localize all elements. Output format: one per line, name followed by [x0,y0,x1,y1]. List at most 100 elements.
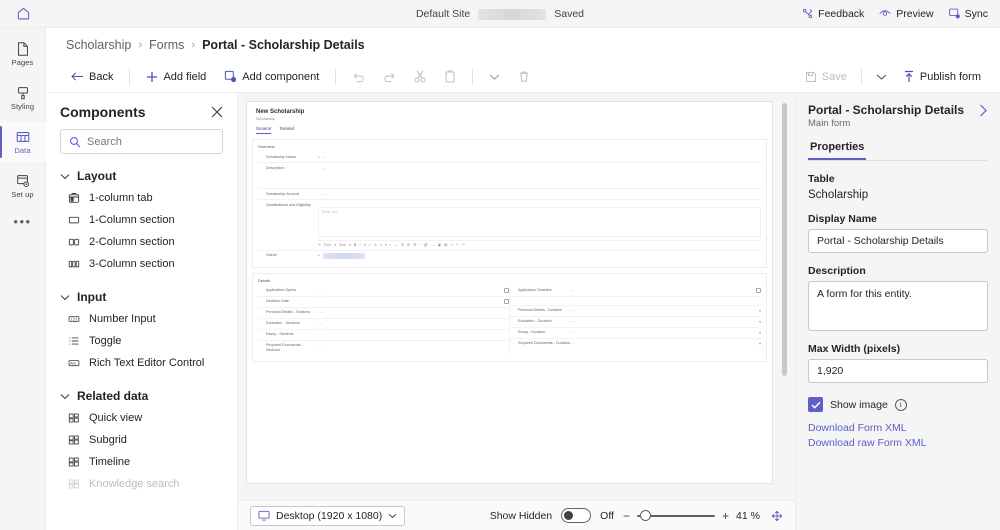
rail-item-styling[interactable]: Styling [0,78,46,118]
save-button[interactable]: Save [798,68,854,86]
form-field-owner[interactable]: Owner * [258,250,761,262]
form-field-required-documents-duration[interactable]: Required Documents - Duration ---- ▾ [510,339,761,349]
form-field-qualifications-and-eligibility[interactable]: Qualifications and Eligibility Enter tex… [258,200,761,237]
device-selector[interactable]: Desktop (1920 x 1080) [250,506,405,526]
form-section-overview[interactable]: Overview Scholarship Name * --- Descript… [252,139,767,268]
rte-undo-icon[interactable]: ↶ [456,243,459,247]
chevron-down-icon[interactable]: ▾ [349,243,351,247]
rte-outdent-icon[interactable]: ≡ [385,243,387,247]
component-timeline[interactable]: Timeline [60,451,223,473]
components-group-layout[interactable]: Layout [60,169,223,183]
form-field-application-opens[interactable]: Application Opens --- [258,286,509,297]
show-image-checkbox[interactable] [808,397,823,412]
rail-item-setup[interactable]: Set up [0,166,46,206]
component-quick-view[interactable]: Quick view [60,407,223,429]
chevron-down-icon[interactable]: ▾ [759,319,761,324]
redo-button[interactable] [376,68,403,86]
feedback-button[interactable]: Feedback [801,7,864,20]
component-1-column-section[interactable]: 1-Column section [60,209,223,231]
rte-align-left-icon[interactable]: ☰ [401,243,404,247]
chevron-down-icon[interactable]: ▾ [759,341,761,346]
rte-redo-icon[interactable]: ↷ [462,243,465,247]
fit-to-screen-icon[interactable] [771,510,783,522]
rte-align-center-icon[interactable]: ☰ [407,243,410,247]
rte-indent-icon[interactable]: ≡ [380,243,382,247]
form-field-education-sections[interactable]: Education - Sections ---- [258,319,509,330]
form-tab-general[interactable]: General [256,126,271,134]
chevron-down-icon[interactable]: ▾ [334,243,336,247]
rich-text-editor-area[interactable]: Enter text... [318,207,761,237]
form-field-personal-details-sections[interactable]: Personal Details - Sections ---- [258,308,509,319]
calendar-icon[interactable] [756,288,761,293]
rte-italic-button[interactable]: I [359,243,360,247]
form-field-required-documents-sections[interactable]: Required Documents - Sections ---- [258,341,509,356]
form-section-details[interactable]: Details Application Opens --- [252,273,767,362]
component-3-column-section[interactable]: 3-Column section [60,253,223,275]
form-preview[interactable]: New Scholarship Scholarship General Rela… [246,101,773,484]
rte-underline-button[interactable]: U [363,243,366,247]
download-form-xml-link[interactable]: Download Form XML [808,422,988,434]
zoom-slider[interactable] [637,510,715,522]
breadcrumb-item-forms[interactable]: Forms [149,38,184,52]
chevron-down-icon[interactable]: ▾ [759,308,761,313]
undo-button[interactable] [345,68,372,86]
form-field-scholarship-name[interactable]: Scholarship Name * --- [258,152,761,163]
breadcrumb-item-scholarship[interactable]: Scholarship [66,38,131,52]
rte-link-icon[interactable]: 🔗 [424,243,428,247]
rte-highlight-icon[interactable]: ◐ [369,243,371,247]
max-width-input[interactable] [808,359,988,383]
rail-item-pages[interactable]: Pages [0,34,46,74]
rte-quote-icon[interactable]: “ [419,243,420,247]
add-component-button[interactable]: Add component [217,67,326,86]
component-subgrid[interactable]: Subgrid [60,429,223,451]
info-icon[interactable]: i [895,399,907,411]
minus-icon[interactable]: − [623,510,630,522]
sync-button[interactable]: Sync [948,7,988,20]
tab-properties[interactable]: Properties [808,138,866,160]
rte-code-icon[interactable]: ‹› [451,243,453,247]
form-canvas[interactable]: New Scholarship Scholarship General Rela… [238,93,795,500]
cut-button[interactable] [407,67,433,86]
back-button[interactable]: Back [64,68,120,86]
plus-icon[interactable]: + [722,510,729,522]
rte-image-icon[interactable]: ▣ [438,243,441,247]
form-field-application-deadline[interactable]: Application Deadline --- [510,286,761,297]
publish-form-button[interactable]: Publish form [896,67,988,86]
description-textarea[interactable] [808,281,988,331]
zoom-slider-thumb[interactable] [640,510,651,521]
component-2-column-section[interactable]: 2-Column section [60,231,223,253]
component-toggle[interactable]: Toggle [60,330,223,352]
canvas-scrollbar[interactable] [782,103,787,482]
home-button[interactable] [0,0,46,28]
add-field-button[interactable]: Add field [139,68,213,86]
form-field-decision-date[interactable]: Decision Date ---- [258,297,509,308]
form-field-description[interactable]: Description * --- [258,163,761,189]
rich-text-toolbar[interactable]: ✎ Font ▾ Size ▾ B I U ◐ A [318,240,761,247]
form-field-education-duration[interactable]: Education - Duration ---- ▾ [510,317,761,328]
form-field-essay-sections[interactable]: Essay - Sections ---- [258,330,509,341]
form-field-personal-details-duration[interactable]: Personal Details - Duration ---- ▾ [510,306,761,317]
rail-more-button[interactable]: ••• [13,214,31,229]
rte-list-icon[interactable]: • [390,243,391,247]
save-options-button[interactable] [869,70,894,84]
rte-bold-button[interactable]: B [354,243,357,247]
close-icon[interactable] [211,106,223,118]
more-commands-button[interactable] [482,70,507,84]
display-name-input[interactable] [808,229,988,253]
rte-numbered-list-icon[interactable]: — [394,243,398,247]
rte-size-select[interactable]: Size [339,243,346,247]
copy-button[interactable] [437,67,463,86]
form-field-scholarship-amount[interactable]: Scholarship Amount * ---- [258,189,761,200]
component-1-column-tab[interactable]: 1-column tab [60,187,223,209]
form-field-essay-duration[interactable]: Essay - Duration ---- ▾ [510,328,761,339]
rte-font-select[interactable]: Font [324,243,331,247]
components-search[interactable] [60,129,223,154]
rte-table-icon[interactable]: ▤ [444,243,447,247]
rte-align-right-icon[interactable]: ☰ [413,243,416,247]
download-raw-form-xml-link[interactable]: Download raw Form XML [808,437,988,449]
components-group-related-data[interactable]: Related data [60,389,223,403]
component-number-input[interactable]: 123 Number Input [60,308,223,330]
component-rich-text-editor-control[interactable]: Abc Rich Text Editor Control [60,352,223,374]
show-hidden-toggle[interactable] [561,508,591,523]
search-input[interactable] [87,136,214,148]
